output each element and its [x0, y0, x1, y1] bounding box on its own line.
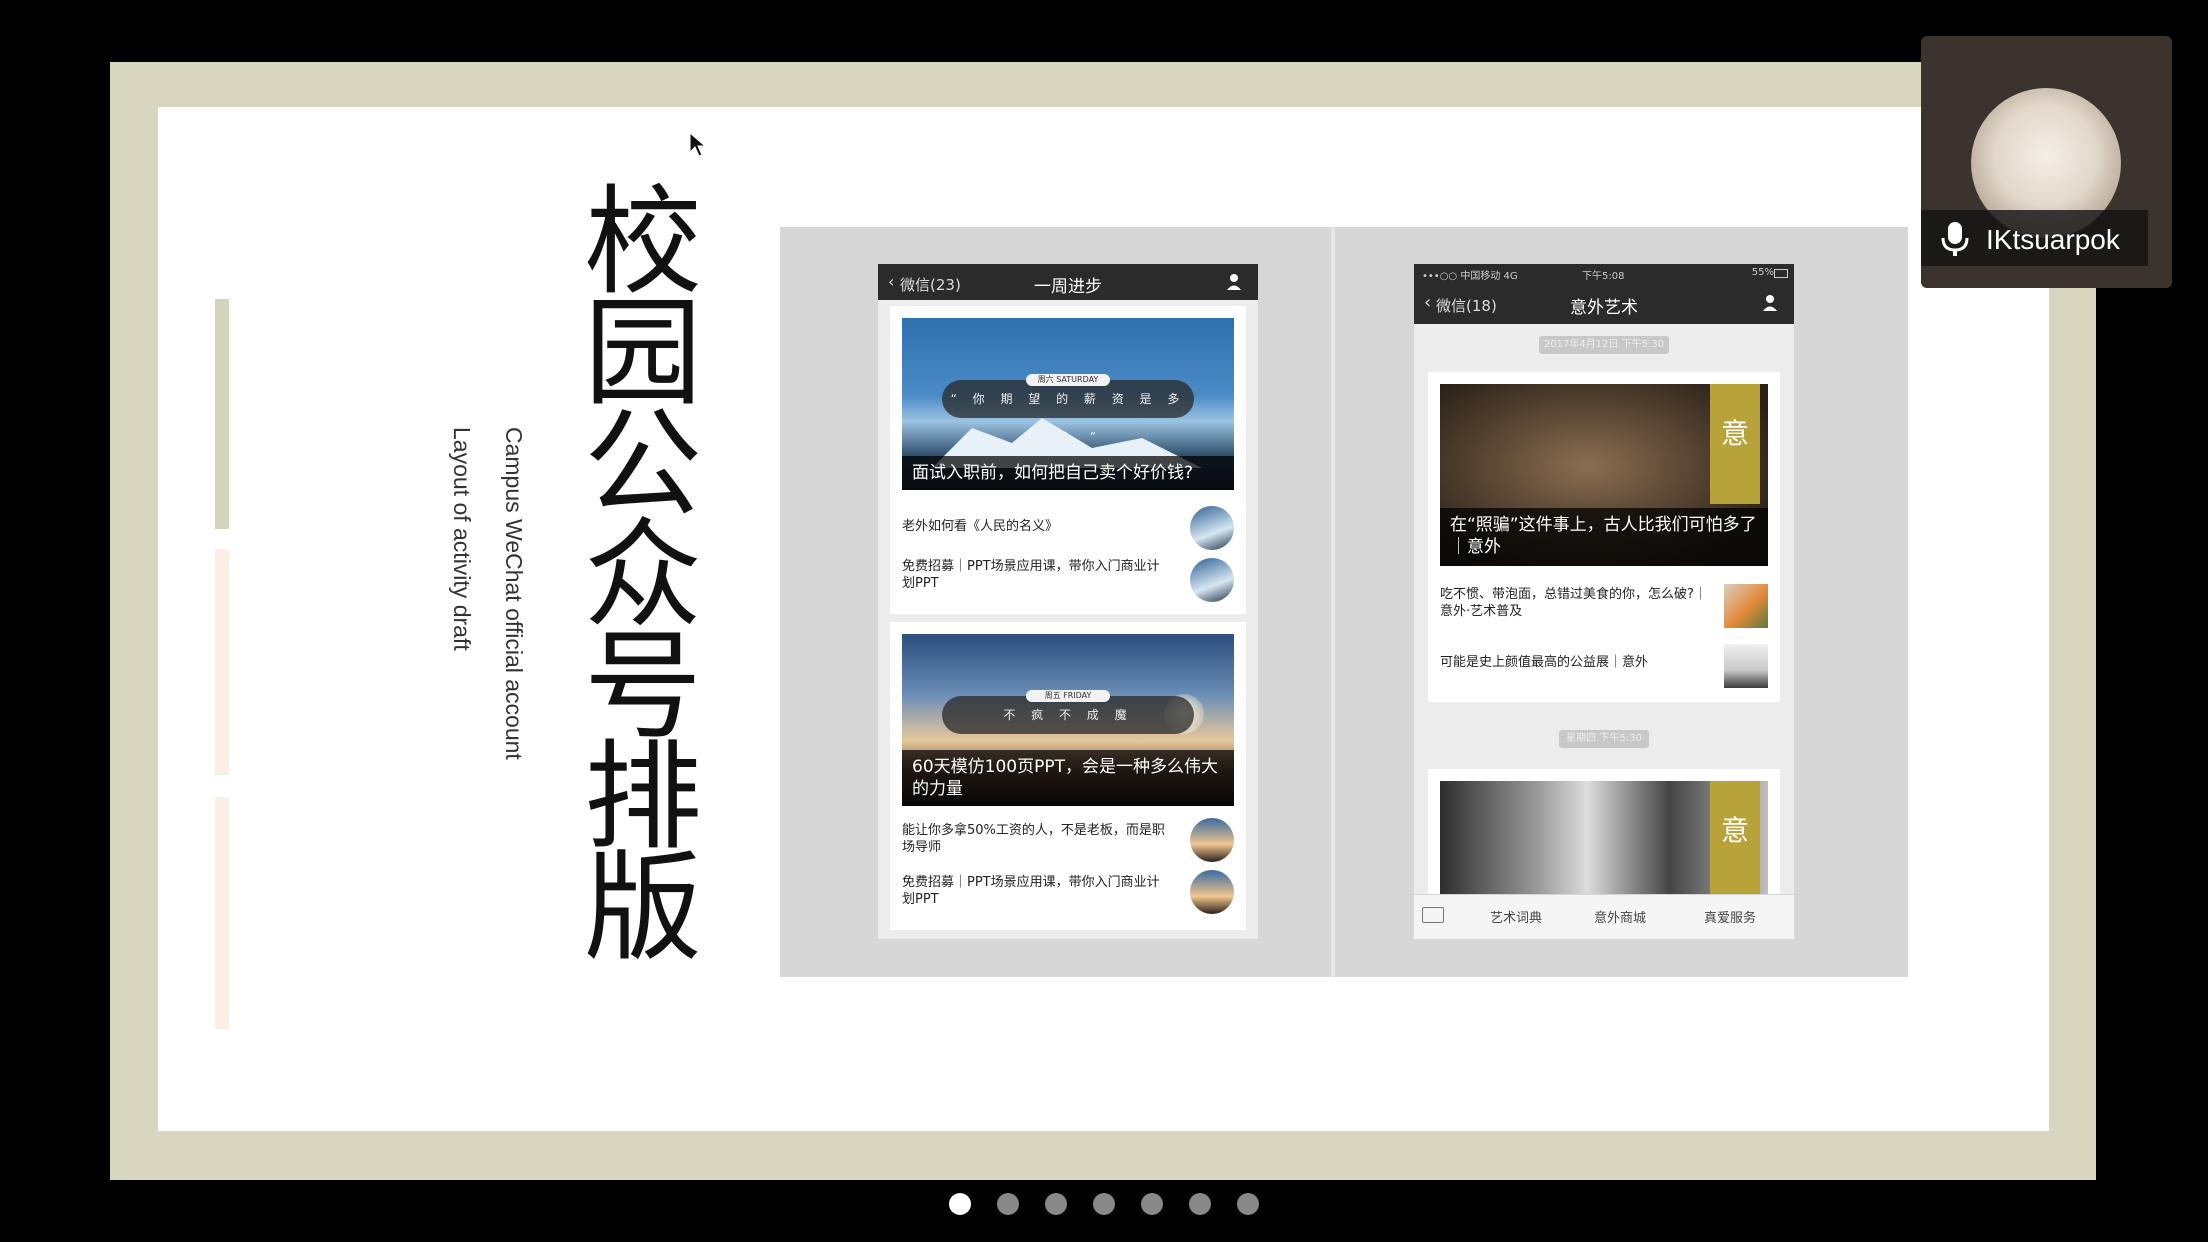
menu-item[interactable]: 艺术词典: [1490, 907, 1542, 926]
sub-article-thumbnail[interactable]: [1190, 870, 1234, 914]
article-cover-image[interactable]: 意 在“照骗”这件事上，古人比我们可怕多了｜意外: [1440, 384, 1768, 566]
profile-icon[interactable]: [1226, 273, 1242, 291]
pagination-dot[interactable]: [1189, 1193, 1211, 1215]
mouse-cursor-icon: [689, 132, 707, 157]
date-pill: 周六 SATURDAY: [1026, 374, 1110, 386]
sub-article-title[interactable]: 能让你多拿50%工资的人，不是老板，而是职场导师: [902, 822, 1172, 856]
message-timestamp: 2017年4月12日 下午5:30: [1539, 336, 1669, 354]
participant-name-bar: IKtsuarpok: [1921, 210, 2148, 266]
slide: Campus WeChat official account Layout of…: [158, 107, 2049, 1131]
sub-article-thumbnail[interactable]: [1724, 584, 1768, 628]
slide-title: 校园公众号 排版: [583, 173, 702, 977]
pagination-dot[interactable]: [949, 1193, 971, 1215]
decor-bar-peach-2: [215, 797, 229, 1029]
mockup-divider: [1331, 227, 1335, 977]
pagination-dot[interactable]: [1141, 1193, 1163, 1215]
brand-tag-char: 意: [1720, 814, 1749, 847]
status-battery: 55%: [1751, 267, 1774, 278]
status-time: 下午5:08: [1582, 271, 1625, 282]
decor-bar-green: [215, 299, 229, 529]
participant-name: IKtsuarpok: [1986, 224, 2120, 255]
article-headline[interactable]: 面试入职前，如何把自己卖个好价钱?: [902, 456, 1234, 490]
article-card-1[interactable]: 意 在“照骗”这件事上，古人比我们可怕多了｜意外 吃不惯、带泡面，总错过美食的你…: [1428, 372, 1780, 702]
sub-article-title[interactable]: 老外如何看《人民的名义》: [902, 518, 1172, 535]
phone-right: •••○○ 中国移动 4G 下午5:08 55% ‹ 微信(18) 意外艺术 2…: [1414, 264, 1794, 939]
menu-item[interactable]: 真爱服务: [1704, 907, 1756, 926]
sub-article-title[interactable]: 免费招募｜PPT场景应用课，带你入门商业计划PPT: [902, 558, 1172, 592]
article-headline[interactable]: 在“照骗”这件事上，古人比我们可怕多了｜意外: [1440, 508, 1768, 566]
microphone-icon[interactable]: [1937, 220, 1973, 258]
article-cover-image[interactable]: 不 疯 不 成 魔 周五 FRIDAY 60天模仿100页PPT，会是一种多么伟…: [902, 634, 1234, 806]
subtitle-english-2: Layout of activity draft: [449, 427, 475, 651]
brand-tag-char: 意: [1720, 417, 1749, 450]
sub-article-title[interactable]: 可能是史上颜值最高的公益展｜意外: [1440, 654, 1710, 671]
status-carrier: •••○○ 中国移动 4G: [1422, 271, 1518, 282]
pagination-dot[interactable]: [1093, 1193, 1115, 1215]
phone-mockups: ‹ 微信(23) 一周进步 “ 你 期 望 的 薪 资 是 多 少 ？ ” 周六…: [780, 227, 1908, 977]
sub-article-title[interactable]: 免费招募｜PPT场景应用课，带你入门商业计划PPT: [902, 874, 1172, 908]
article-cover-image[interactable]: “ 你 期 望 的 薪 资 是 多 少 ？ ” 周六 SATURDAY 面试入职…: [902, 318, 1234, 490]
menu-item[interactable]: 意外商城: [1594, 907, 1646, 926]
article-headline[interactable]: 60天模仿100页PPT，会是一种多么伟大的力量: [902, 750, 1234, 806]
pagination-dot[interactable]: [997, 1193, 1019, 1215]
brand-tag: 意: [1710, 781, 1760, 901]
pagination-dot[interactable]: [1045, 1193, 1067, 1215]
brand-tag: 意: [1710, 384, 1760, 504]
participant-video-tile[interactable]: IKtsuarpok: [1921, 36, 2172, 288]
slide-frame: Campus WeChat official account Layout of…: [110, 62, 2096, 1180]
account-menu-bar: 艺术词典 意外商城 真爱服务: [1414, 894, 1794, 939]
profile-icon[interactable]: [1762, 294, 1778, 312]
keyboard-icon[interactable]: [1422, 907, 1444, 923]
pagination-dot[interactable]: [1237, 1193, 1259, 1215]
sub-article-thumbnail[interactable]: [1190, 506, 1234, 550]
sub-article-title[interactable]: 吃不惯、带泡面，总错过美食的你，怎么破?｜意外·艺术普及: [1440, 586, 1710, 620]
decor-bar-peach-1: [215, 549, 229, 775]
subtitle-english-1: Campus WeChat official account: [501, 427, 527, 760]
article-card-2[interactable]: 不 疯 不 成 魔 周五 FRIDAY 60天模仿100页PPT，会是一种多么伟…: [890, 622, 1246, 930]
nav-bar: •••○○ 中国移动 4G 下午5:08 55% ‹ 微信(18) 意外艺术: [1414, 264, 1794, 324]
message-timestamp: 星期四 下午5:30: [1559, 730, 1649, 748]
account-title: 意外艺术: [1570, 298, 1638, 318]
battery-icon: [1774, 269, 1788, 278]
nav-bar: ‹ 微信(23) 一周进步: [878, 264, 1258, 300]
sub-article-thumbnail[interactable]: [1190, 558, 1234, 602]
phone-left: ‹ 微信(23) 一周进步 “ 你 期 望 的 薪 资 是 多 少 ？ ” 周六…: [878, 264, 1258, 939]
date-pill: 周五 FRIDAY: [1026, 690, 1110, 702]
article-card-1[interactable]: “ 你 期 望 的 薪 资 是 多 少 ？ ” 周六 SATURDAY 面试入职…: [890, 306, 1246, 614]
sub-article-thumbnail[interactable]: [1724, 644, 1768, 688]
account-title: 一周进步: [1034, 277, 1102, 297]
sub-article-thumbnail[interactable]: [1190, 818, 1234, 862]
